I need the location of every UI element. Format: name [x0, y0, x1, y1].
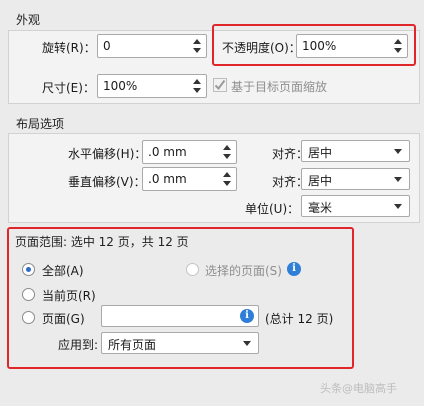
- chevron-down-icon: [243, 341, 251, 346]
- unit-label: 单位(U)：: [245, 202, 300, 216]
- rotation-label: 旋转(R)：: [42, 41, 96, 55]
- info-icon[interactable]: i: [240, 309, 254, 323]
- all-pages-radio[interactable]: [22, 263, 35, 276]
- checkmark-icon: [214, 79, 226, 91]
- h-offset-value: .0 mm: [148, 145, 187, 159]
- up-arrow-icon[interactable]: [193, 39, 201, 44]
- down-arrow-icon[interactable]: [223, 181, 231, 186]
- align-value-1: 居中: [308, 146, 333, 160]
- h-offset-stepper[interactable]: .0 mm: [142, 140, 237, 164]
- align-select-2[interactable]: 居中: [301, 168, 410, 190]
- unit-select[interactable]: 毫米: [301, 195, 410, 217]
- pages-radio[interactable]: [22, 311, 35, 324]
- up-arrow-icon[interactable]: [394, 39, 402, 44]
- pages-label: 页面(G): [42, 312, 85, 326]
- up-arrow-icon[interactable]: [193, 79, 201, 84]
- up-arrow-icon[interactable]: [223, 172, 231, 177]
- up-arrow-icon[interactable]: [223, 145, 231, 150]
- pages-input[interactable]: i: [101, 305, 259, 327]
- size-label: 尺寸(E)：: [42, 81, 95, 95]
- down-arrow-icon[interactable]: [223, 154, 231, 159]
- opacity-stepper[interactable]: 100%: [296, 34, 408, 58]
- chevron-down-icon: [394, 204, 402, 209]
- h-offset-label: 水平偏移(H)：: [68, 147, 147, 161]
- unit-value: 毫米: [308, 201, 333, 215]
- watermark-text: 头条@电脑高手: [320, 382, 397, 395]
- down-arrow-icon[interactable]: [394, 48, 402, 53]
- rotation-stepper-arrows[interactable]: [192, 37, 202, 55]
- current-page-radio[interactable]: [22, 288, 35, 301]
- rotation-value: 0: [103, 39, 111, 53]
- v-offset-stepper-arrows[interactable]: [222, 170, 232, 188]
- h-offset-stepper-arrows[interactable]: [222, 143, 232, 161]
- info-icon[interactable]: i: [287, 262, 301, 276]
- apply-to-value: 所有页面: [108, 338, 157, 352]
- all-pages-label: 全部(A): [42, 264, 84, 278]
- total-pages-label: (总计 12 页): [265, 312, 334, 326]
- rotation-stepper[interactable]: 0: [97, 34, 207, 58]
- chevron-down-icon: [394, 149, 402, 154]
- v-offset-label: 垂直偏移(V)：: [68, 175, 146, 189]
- size-value: 100%: [103, 79, 138, 93]
- size-stepper[interactable]: 100%: [97, 74, 207, 98]
- align-value-2: 居中: [308, 174, 333, 188]
- appearance-section-title: 外观: [16, 13, 41, 27]
- opacity-value: 100%: [302, 39, 337, 53]
- chevron-down-icon: [394, 177, 402, 182]
- size-stepper-arrows[interactable]: [192, 77, 202, 95]
- opacity-stepper-arrows[interactable]: [393, 37, 403, 55]
- apply-to-label: 应用到:: [58, 338, 99, 352]
- selected-pages-label: 选择的页面(S): [205, 264, 282, 278]
- down-arrow-icon[interactable]: [193, 48, 201, 53]
- apply-to-select[interactable]: 所有页面: [101, 332, 259, 354]
- page-range-section-title: 页面范围: 选中 12 页，共 12 页: [15, 235, 189, 249]
- current-page-label: 当前页(R): [42, 289, 96, 303]
- down-arrow-icon[interactable]: [193, 88, 201, 93]
- opacity-label: 不透明度(O)：: [222, 41, 301, 55]
- scale-checkbox-label: 基于目标页面缩放: [231, 80, 328, 94]
- align-select-1[interactable]: 居中: [301, 140, 410, 162]
- v-offset-value: .0 mm: [148, 172, 187, 186]
- selected-pages-radio[interactable]: [186, 263, 199, 276]
- layout-section-title: 布局选项: [16, 117, 65, 131]
- scale-checkbox[interactable]: [213, 78, 227, 92]
- v-offset-stepper[interactable]: .0 mm: [142, 167, 237, 191]
- watermark: 头条@电脑高手: [320, 380, 397, 396]
